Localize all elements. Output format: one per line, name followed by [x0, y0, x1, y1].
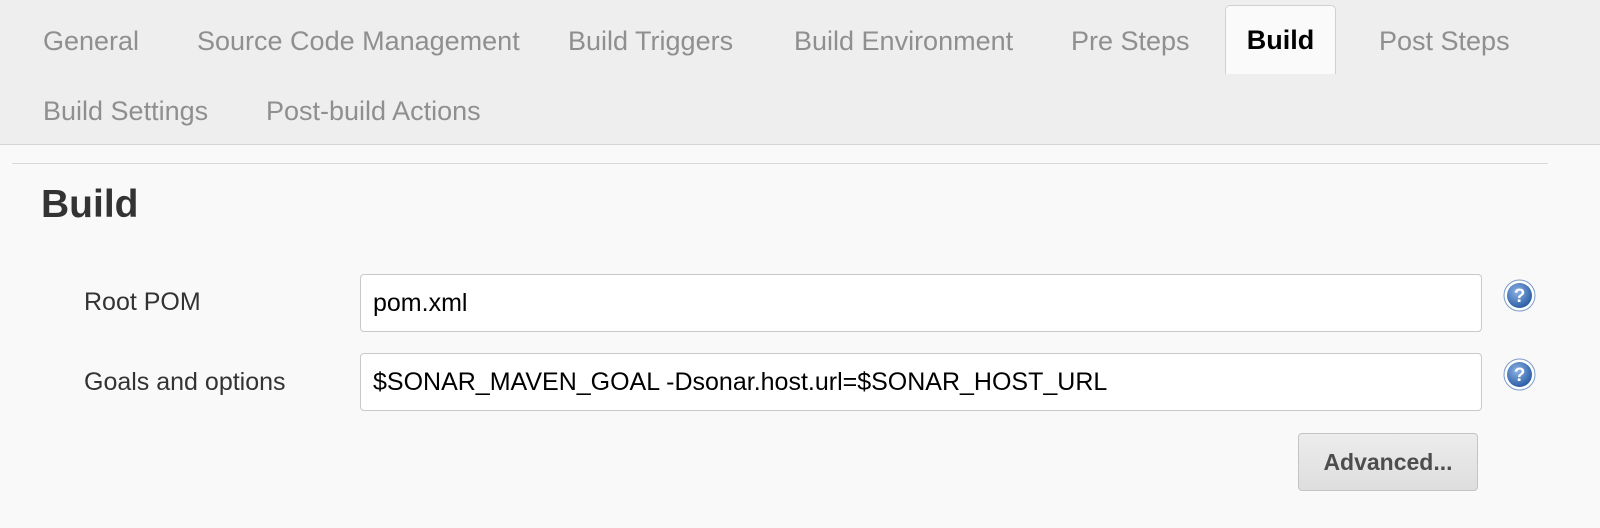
svg-text:?: ? [1514, 365, 1526, 386]
tab-build-settings[interactable]: Build Settings [43, 95, 208, 127]
tab-post-build-actions[interactable]: Post-build Actions [266, 95, 481, 127]
tab-build[interactable]: Build [1225, 5, 1336, 74]
section-title: Build [41, 183, 139, 226]
goals-label: Goals and options [84, 368, 286, 396]
svg-text:?: ? [1514, 286, 1526, 307]
goals-input[interactable] [360, 353, 1482, 411]
advanced-button[interactable]: Advanced... [1298, 433, 1478, 491]
root-pom-label: Root POM [84, 288, 201, 316]
tab-pre-steps[interactable]: Pre Steps [1071, 25, 1190, 57]
question-mark-icon[interactable]: ? [1503, 358, 1536, 391]
tab-build-triggers[interactable]: Build Triggers [568, 25, 733, 57]
section-divider [12, 163, 1548, 164]
tab-source-code-management[interactable]: Source Code Management [197, 25, 520, 57]
tab-general[interactable]: General [43, 25, 139, 57]
tab-build-environment[interactable]: Build Environment [794, 25, 1013, 57]
tab-post-steps[interactable]: Post Steps [1379, 25, 1510, 57]
tab-bar: General Source Code Management Build Tri… [0, 0, 1600, 145]
question-mark-icon[interactable]: ? [1503, 279, 1536, 312]
root-pom-input[interactable] [360, 274, 1482, 332]
